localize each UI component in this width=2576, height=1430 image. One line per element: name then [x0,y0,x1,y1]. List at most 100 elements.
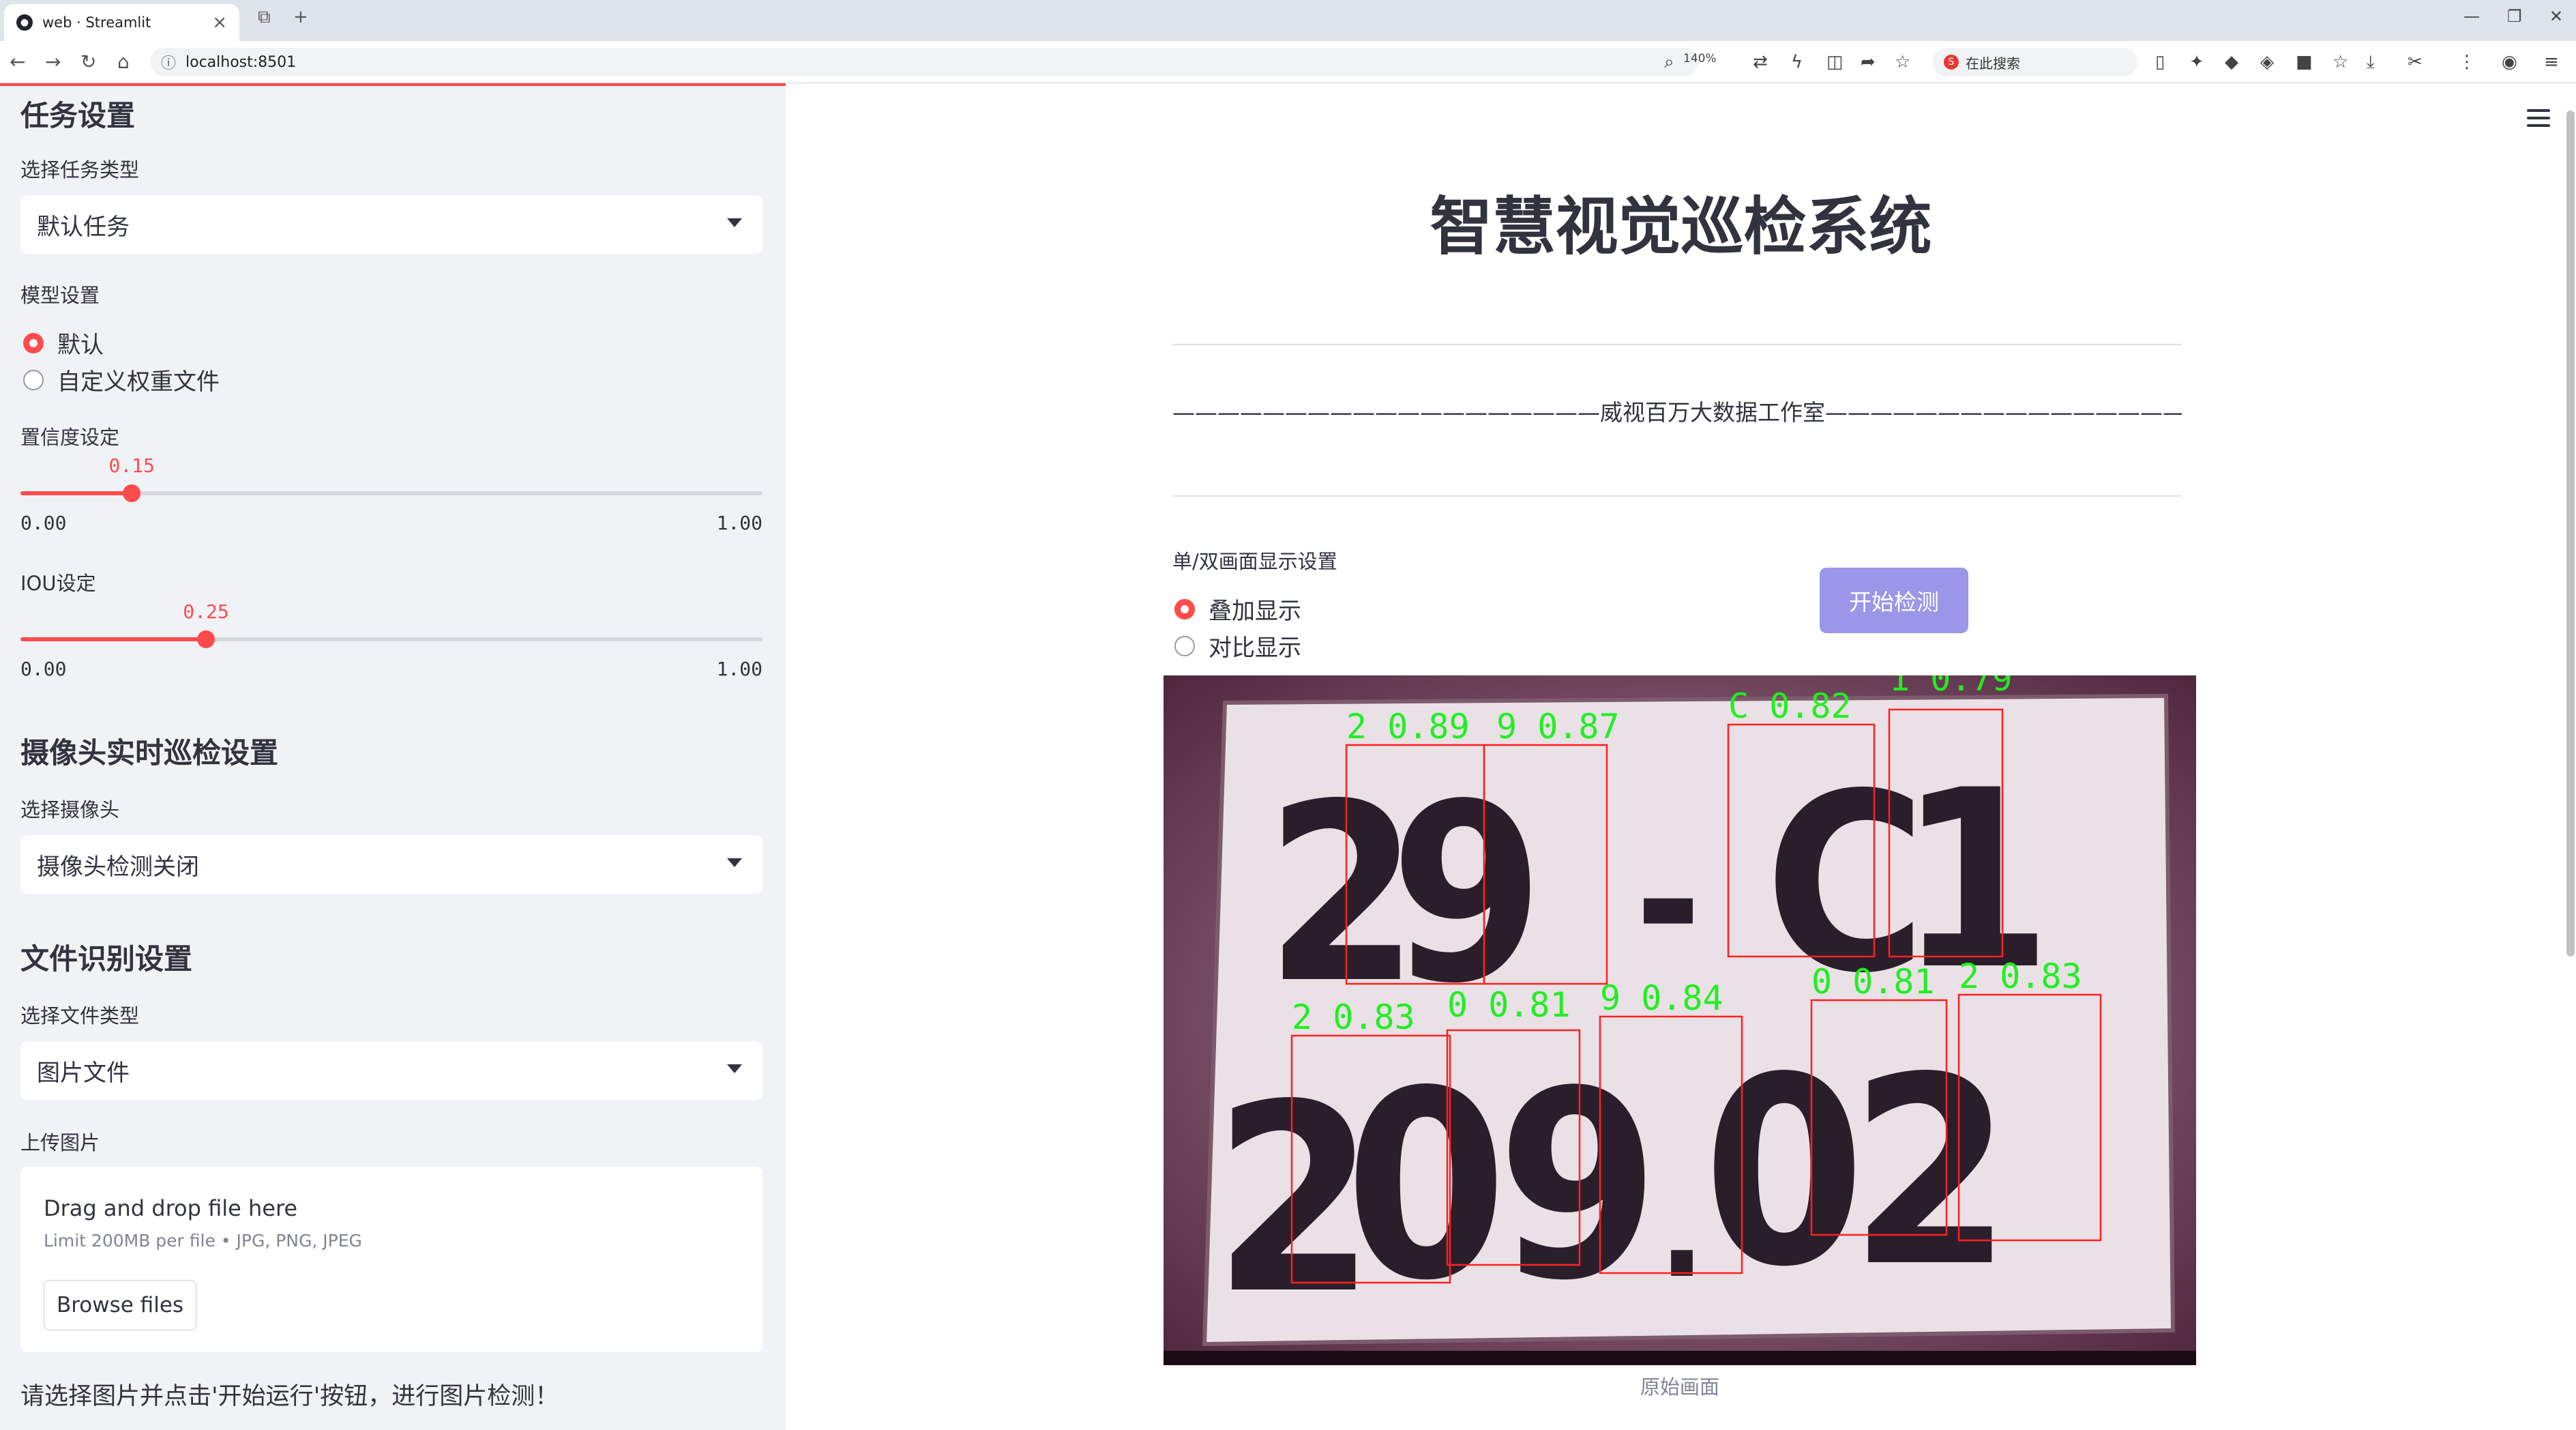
radio-label: 对比显示 [1209,634,1301,662]
plate-char: 0 [1703,1021,1865,1324]
back-icon[interactable]: ← [10,50,25,73]
browse-files-button[interactable]: Browse files [44,1280,196,1330]
confidence-label: 置信度设定 [20,426,120,449]
model-radio-custom[interactable]: 自定义权重文件 [23,363,220,396]
main-content: 智慧视觉巡检系统 ———————————————————威视百万大数据工作室——… [786,83,2576,1430]
confidence-value: 0.15 [108,454,155,477]
file-type-select[interactable]: 图片文件 [20,1041,763,1100]
display-radio-compare[interactable]: 对比显示 [1174,629,1301,662]
iou-label: IOU设定 [20,572,96,595]
iou-slider[interactable] [20,630,763,648]
page-title: 智慧视觉巡检系统 [1430,190,1932,263]
radio-selected-icon [1174,598,1195,619]
extension-icon[interactable]: ■ [2296,52,2313,72]
radio-selected-icon [23,332,44,353]
radio-unselected-icon [1174,635,1195,656]
chevron-down-icon [727,858,742,867]
detection-label: 9 0.84 [1600,978,1723,1018]
camera-value: 摄像头检测关闭 [37,853,199,881]
bookmark-star-icon[interactable]: ☆ [1895,52,1910,72]
file-dropzone[interactable]: Drag and drop file here Limit 200MB per … [20,1167,763,1352]
file-type-label: 选择文件类型 [20,1004,140,1027]
minimize-icon[interactable]: — [2463,7,2480,26]
model-settings-label: 模型设置 [20,284,100,307]
browser-tab[interactable]: ● web · Streamlit × [4,4,239,41]
close-window-icon[interactable]: ✕ [2549,7,2563,26]
phone-icon[interactable]: ▯ [2155,52,2165,72]
model-radio-default[interactable]: 默认 [23,326,104,360]
home-icon[interactable]: ⌂ [117,50,130,73]
browser-toolbar: ← → ↻ ⌂ ⓘ localhost:8501 ⌕ ⇄ ϟ ◫ ➦ ☆ ▯ ✦… [0,41,2576,83]
upload-label: 上传图片 [20,1131,100,1154]
cut-icon[interactable]: ✂ [2408,52,2423,72]
favorites-icon[interactable]: ☆ [2333,52,2348,72]
zoom-icon[interactable]: ⌕ [1664,52,1674,73]
plate-char: 0 [1345,1035,1507,1337]
display-radio-overlay[interactable]: 叠加显示 [1174,592,1301,626]
browser-search-box[interactable]: S 在此搜索 [1933,48,2137,76]
detection-label: 2 0.83 [1292,997,1415,1037]
chevron-down-icon [727,1064,742,1073]
confidence-slider[interactable] [20,484,763,502]
dropzone-limit: Limit 200MB per file • JPG, PNG, JPEG [44,1231,362,1251]
restore-icon[interactable]: ❐ [2507,7,2522,26]
camera-select[interactable]: 摄像头检测关闭 [20,835,763,894]
chevron-down-icon [727,218,742,227]
extension-icon[interactable]: ✦ [2189,52,2204,72]
browser-tabbar: ● web · Streamlit × ⧉ + — ❐ ✕ [0,0,2576,41]
share-icon[interactable]: ➦ [1861,52,1876,72]
divider [1172,344,2182,345]
camera-settings-heading: 摄像头实时巡检设置 [20,736,279,770]
file-type-value: 图片文件 [37,1059,130,1087]
plate-char: 2 [1850,1021,2012,1324]
tab-groups-icon[interactable]: ⧉ [258,7,271,28]
slider-fill [20,637,206,641]
dropzone-text: Drag and drop file here [44,1195,298,1221]
forward-icon[interactable]: → [45,50,61,73]
download-icon[interactable]: ⤓ [2367,52,2375,73]
confidence-min: 0.00 [20,512,67,534]
iou-slider-thumb[interactable] [197,630,215,648]
image-caption: 原始画面 [1640,1375,1719,1399]
avatar-icon[interactable]: ◉ [2502,52,2517,72]
confidence-slider-thumb[interactable] [123,484,141,502]
more-icon[interactable]: ⋮ [2458,52,2476,72]
site-info-icon[interactable]: ⓘ [161,51,176,73]
plate-char: 9 [1497,1035,1659,1337]
detection-label: 2 0.83 [1959,957,2082,996]
slider-fill [20,491,132,495]
menu-icon[interactable]: ≡ [2544,52,2559,72]
close-tab-icon[interactable]: × [212,12,227,33]
iou-max: 1.00 [716,658,763,680]
file-settings-heading: 文件识别设置 [20,942,193,976]
page-subtitle: ———————————————————威视百万大数据工作室———————————… [1172,399,2182,426]
iou-value: 0.25 [183,600,229,623]
plate-char: . [1659,1150,1705,1309]
display-settings-label: 单/双画面显示设置 [1172,550,1337,573]
translate-icon[interactable]: ⇄ [1753,52,1768,72]
detection-label: 9 0.87 [1496,707,1620,746]
extension-icon[interactable]: ◆ [2225,52,2238,72]
detection-label: C 0.82 [1728,686,1852,726]
hamburger-menu-icon[interactable] [2527,109,2550,127]
camera-label: 选择摄像头 [20,798,120,821]
zoom-level: 140% [1683,52,1717,65]
tab-title: web · Streamlit [42,14,151,31]
plate-char: - [1635,798,1701,1004]
screenshot-icon[interactable]: ◫ [1826,52,1844,72]
divider [1172,495,2182,497]
task-type-select[interactable]: 默认任务 [20,195,763,254]
detection-label: 2 0.89 [1346,707,1470,746]
new-tab-icon[interactable]: + [293,7,308,27]
confidence-max: 1.00 [716,512,763,534]
detection-result-image: 2 9 - C 1 2 0 9 . 0 2 2 0.89 9 0.87C 0.82… [1164,675,2196,1365]
address-bar[interactable]: ⓘ localhost:8501 [150,48,1698,76]
detection-label: 1 0.79 [1889,675,2013,699]
lightning-icon[interactable]: ϟ [1791,52,1803,72]
start-detection-button[interactable]: 开始检测 [1820,568,1968,633]
sidebar-note: 请选择图片并点击'开始运行'按钮，进行图片检测！ [20,1383,559,1410]
search-placeholder: 在此搜索 [1966,55,2020,72]
extension-icon[interactable]: ◈ [2260,52,2274,72]
reload-icon[interactable]: ↻ [80,50,96,73]
task-type-value: 默认任务 [37,213,130,241]
